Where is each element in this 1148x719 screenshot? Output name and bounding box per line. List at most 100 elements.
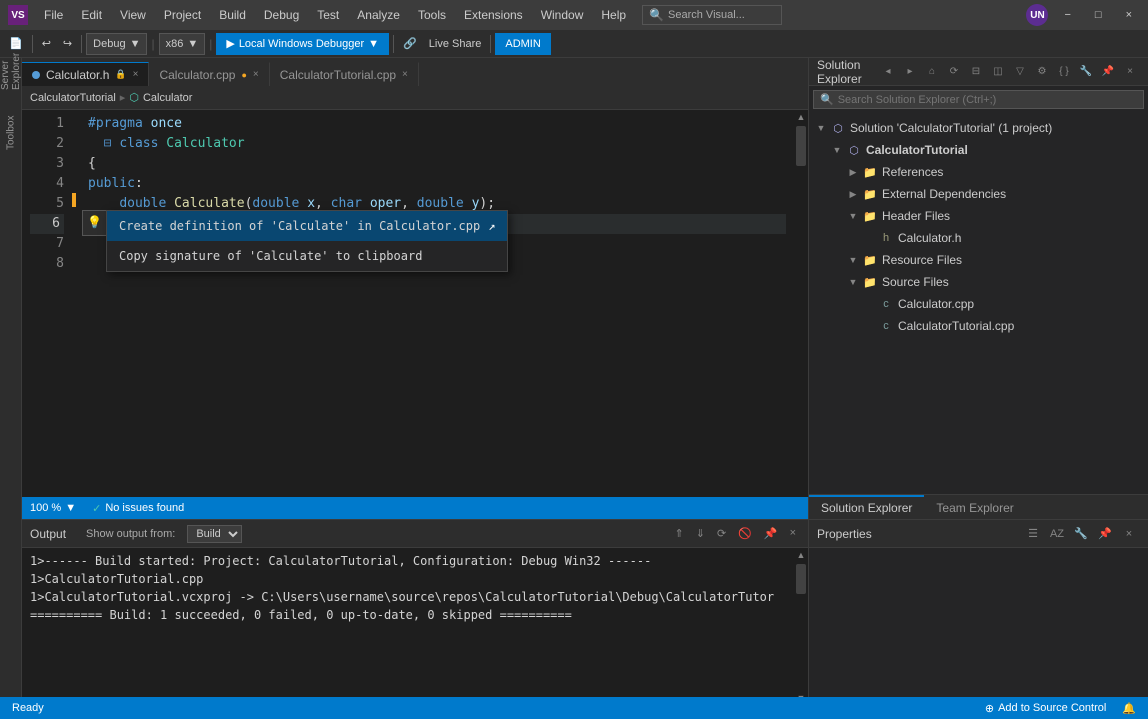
menu-analyze[interactable]: Analyze [349, 6, 408, 24]
output-btn3[interactable]: ⟳ [713, 525, 730, 542]
props-close[interactable]: × [1118, 523, 1140, 545]
run-button[interactable]: ▶ Local Windows Debugger ▼ [216, 33, 389, 55]
menu-view[interactable]: View [112, 6, 154, 24]
tree-calculator-cpp[interactable]: c Calculator.cpp [809, 293, 1148, 315]
se-btn-code[interactable]: { } [1054, 62, 1074, 82]
qa-item-create[interactable]: Create definition of 'Calculate' in Calc… [107, 211, 507, 241]
props-categories-btn[interactable]: ☰ [1022, 523, 1044, 545]
user-avatar[interactable]: UN [1026, 4, 1048, 26]
output-btn4[interactable]: 🚫 [734, 525, 756, 542]
tab-tutorial-cpp[interactable]: CalculatorTutorial.cpp × [270, 62, 419, 86]
output-source-select[interactable]: Build [187, 525, 242, 543]
zoom-level[interactable]: 100 % ▼ [30, 502, 76, 514]
se-btn-filter[interactable]: ▽ [1010, 62, 1030, 82]
debug-config-dropdown[interactable]: Debug ▼ [86, 33, 147, 55]
se-btn-pending[interactable]: ◫ [988, 62, 1008, 82]
tree-tutorial-cpp[interactable]: c CalculatorTutorial.cpp [809, 315, 1148, 337]
tab-team-explorer[interactable]: Team Explorer [924, 495, 1025, 519]
path-class-label[interactable]: Calculator [143, 92, 193, 104]
se-btn-forward[interactable]: ▸ [900, 62, 920, 82]
qa-item-copy[interactable]: Copy signature of 'Calculate' to clipboa… [107, 241, 507, 271]
menu-debug[interactable]: Debug [256, 6, 307, 24]
menu-tools[interactable]: Tools [410, 6, 454, 24]
props-content [809, 548, 1148, 719]
output-line-1: 1>------ Build started: Project: Calcula… [30, 552, 786, 570]
toolbox-icon[interactable]: Toolbox [2, 124, 20, 142]
menu-project[interactable]: Project [156, 6, 209, 24]
tab-close-tutorial[interactable]: × [402, 69, 408, 80]
se-btn-settings[interactable]: ⚙ [1032, 62, 1052, 82]
menu-file[interactable]: File [36, 6, 71, 24]
project-label: CalculatorTutorial [866, 143, 968, 157]
out-scroll-up[interactable]: ▲ [794, 548, 808, 562]
code-editor[interactable]: #pragma once ⊟ class Calculator { public… [80, 110, 794, 497]
output-pin[interactable]: 📌 [760, 525, 782, 542]
solution-label: Solution 'CalculatorTutorial' (1 project… [850, 121, 1052, 135]
tab-calculator-h[interactable]: Calculator.h 🔒 × [22, 62, 149, 86]
vs-logo: VS [8, 5, 28, 25]
live-share-icon[interactable]: 🔗 [398, 34, 422, 53]
scroll-up-arrow[interactable]: ▲ [794, 110, 808, 124]
se-btn-refresh[interactable]: ⟳ [944, 62, 964, 82]
scroll-thumb[interactable] [796, 126, 806, 166]
tree-source-files[interactable]: ▼ 📁 Source Files [809, 271, 1148, 293]
tree-calculator-h[interactable]: h Calculator.h [809, 227, 1148, 249]
menu-build[interactable]: Build [211, 6, 254, 24]
props-settings-btn[interactable]: 🔧 [1070, 523, 1092, 545]
menu-edit[interactable]: Edit [73, 6, 110, 24]
props-alpha-btn[interactable]: AZ [1046, 523, 1068, 545]
tab-solution-explorer[interactable]: Solution Explorer [809, 495, 924, 519]
editor-body: 12345678 #pragma once ⊟ class Calculator… [22, 110, 808, 497]
source-files-icon: 📁 [861, 273, 879, 291]
menu-test[interactable]: Test [309, 6, 347, 24]
path-project[interactable]: CalculatorTutorial [30, 92, 116, 104]
tab-close-h[interactable]: × [133, 69, 139, 80]
vertical-scrollbar[interactable]: ▲ [794, 110, 808, 497]
se-btn-back[interactable]: ◂ [878, 62, 898, 82]
out-scroll-thumb[interactable] [796, 564, 806, 594]
output-btn2[interactable]: ⇓ [692, 525, 709, 542]
admin-button[interactable]: ADMIN [495, 33, 550, 55]
tb-undo[interactable]: ↩ [37, 34, 56, 53]
tab-close-cpp[interactable]: × [253, 69, 259, 80]
tb-redo[interactable]: ↪ [58, 34, 77, 53]
output-btn1[interactable]: ⇑ [671, 525, 688, 542]
se-search-box[interactable]: 🔍 [813, 90, 1144, 109]
tab-calculator-cpp[interactable]: Calculator.cpp ● × [149, 62, 269, 86]
menu-help[interactable]: Help [593, 6, 634, 24]
tree-header-files[interactable]: ▼ 📁 Header Files [809, 205, 1148, 227]
menu-extensions[interactable]: Extensions [456, 6, 531, 24]
se-btn-props[interactable]: 🔧 [1076, 62, 1096, 82]
props-pin[interactable]: 📌 [1094, 523, 1116, 545]
path-class[interactable]: ⬡ [129, 91, 139, 104]
maximize-button[interactable]: □ [1087, 7, 1110, 23]
live-share-label[interactable]: Live Share [424, 35, 487, 53]
tree-references[interactable]: ▶ 📁 References [809, 161, 1148, 183]
close-button[interactable]: × [1118, 7, 1140, 23]
tb-new[interactable]: 📄 [4, 34, 28, 53]
se-close[interactable]: × [1120, 62, 1140, 82]
tree-project[interactable]: ▼ ⬡ CalculatorTutorial [809, 139, 1148, 161]
output-vscroll[interactable]: ▲ ▼ [794, 548, 808, 705]
server-explorer-icon[interactable]: Server Explorer [2, 62, 20, 80]
tree-resource-files[interactable]: ▼ 📁 Resource Files [809, 249, 1148, 271]
se-btn-collapse[interactable]: ⊟ [966, 62, 986, 82]
tab-label-tutorial: CalculatorTutorial.cpp [280, 68, 396, 82]
quick-action-menu: Create definition of 'Calculate' in Calc… [106, 210, 508, 272]
se-btn-home[interactable]: ⌂ [922, 62, 942, 82]
se-search-input[interactable] [838, 94, 1137, 106]
run-arrow: ▼ [368, 38, 379, 50]
output-close[interactable]: × [786, 525, 800, 542]
platform-dropdown[interactable]: x86 ▼ [159, 33, 206, 55]
menu-window[interactable]: Window [533, 6, 592, 24]
solution-explorer: Solution Explorer ◂ ▸ ⌂ ⟳ ⊟ ◫ ▽ ⚙ { } 🔧 … [809, 58, 1148, 519]
search-box[interactable]: 🔍 Search Visual... [642, 5, 782, 25]
status-bell-icon[interactable]: 🔔 [1122, 702, 1136, 715]
tree-solution[interactable]: ▼ ⬡ Solution 'CalculatorTutorial' (1 pro… [809, 117, 1148, 139]
main-area: Server Explorer Toolbox Calculator.h 🔒 ×… [0, 58, 1148, 719]
minimize-button[interactable]: − [1056, 7, 1078, 23]
tree-external-deps[interactable]: ▶ 📁 External Dependencies [809, 183, 1148, 205]
status-source-control[interactable]: ⊕ Add to Source Control [985, 702, 1106, 715]
se-pin[interactable]: 📌 [1098, 62, 1118, 82]
sep3: | [149, 37, 156, 51]
